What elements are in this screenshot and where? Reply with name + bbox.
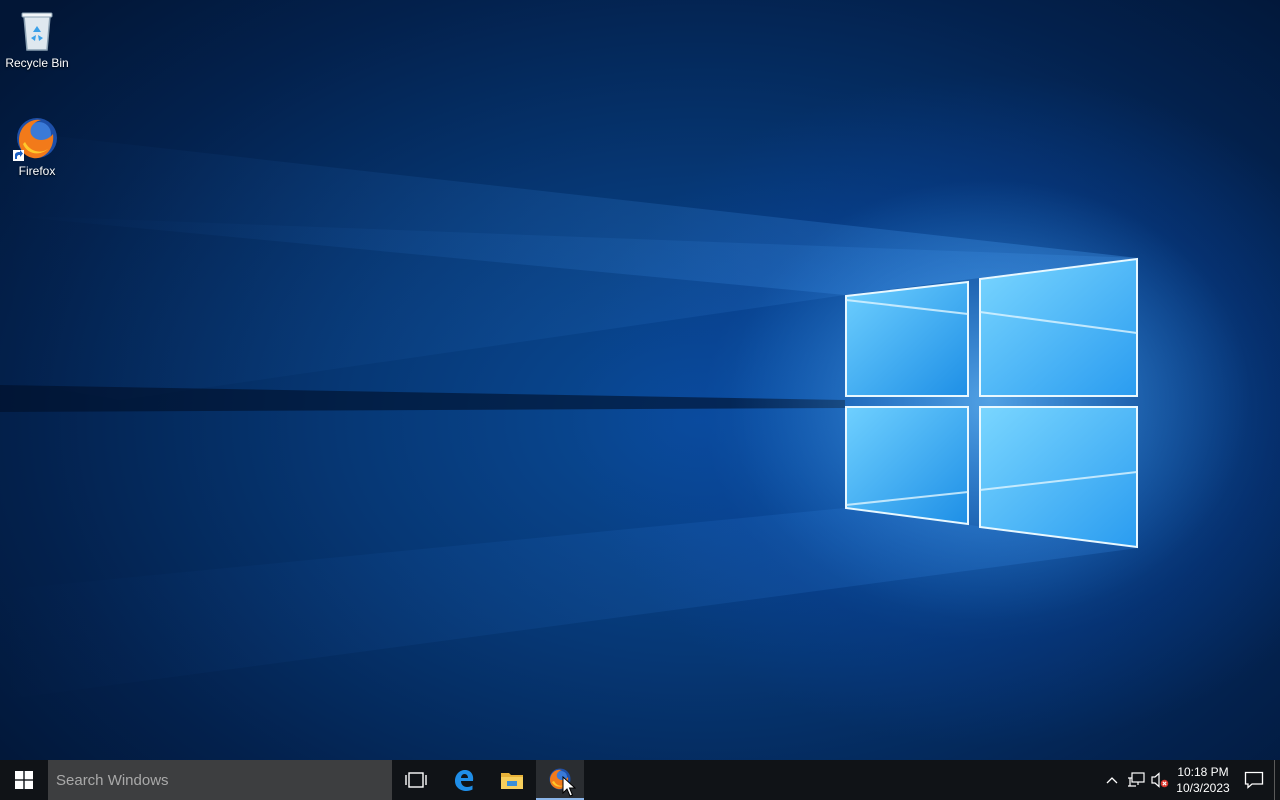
firefox-taskbar-button[interactable]	[536, 760, 584, 800]
file-explorer-icon	[501, 773, 523, 789]
clock-time: 10:18 PM	[1177, 765, 1229, 779]
desktop-icon-recycle-bin[interactable]: Recycle Bin	[0, 6, 74, 70]
network-button[interactable]	[1124, 760, 1148, 800]
recycle-bin-icon	[21, 12, 53, 51]
desktop-icon-label: Recycle Bin	[5, 56, 69, 70]
chevron-up-icon	[1106, 777, 1118, 784]
clock[interactable]: 10:18 PM 10/3/2023	[1172, 764, 1234, 796]
action-center-button[interactable]	[1234, 760, 1274, 800]
task-view-icon	[405, 772, 427, 788]
desktop-icon-firefox[interactable]: Firefox	[0, 114, 74, 178]
search-placeholder: Search Windows	[56, 771, 169, 789]
taskbar: Search Windows 10:18 PM 10/3/2023	[0, 760, 1280, 800]
windows-logo-icon	[15, 771, 33, 789]
edge-icon	[455, 770, 474, 791]
desktop-icon-label: Firefox	[18, 164, 56, 178]
show-desktop-button[interactable]	[1274, 760, 1280, 800]
mouse-cursor-icon	[562, 776, 576, 797]
show-hidden-icons-button[interactable]	[1100, 760, 1124, 800]
file-explorer-button[interactable]	[488, 760, 536, 800]
system-tray: 10:18 PM 10/3/2023	[1100, 760, 1280, 800]
search-input[interactable]: Search Windows	[48, 760, 392, 800]
volume-button[interactable]	[1148, 760, 1172, 800]
desktop: Recycle Bin Firefox	[0, 0, 1280, 760]
notification-icon	[1244, 771, 1264, 789]
wallpaper	[0, 130, 1250, 700]
volume-muted-icon	[1151, 772, 1169, 788]
task-view-button[interactable]	[392, 760, 440, 800]
edge-button[interactable]	[440, 760, 488, 800]
start-button[interactable]	[0, 760, 48, 800]
clock-date: 10/3/2023	[1176, 781, 1230, 795]
network-icon	[1128, 772, 1145, 787]
firefox-icon	[13, 118, 57, 161]
